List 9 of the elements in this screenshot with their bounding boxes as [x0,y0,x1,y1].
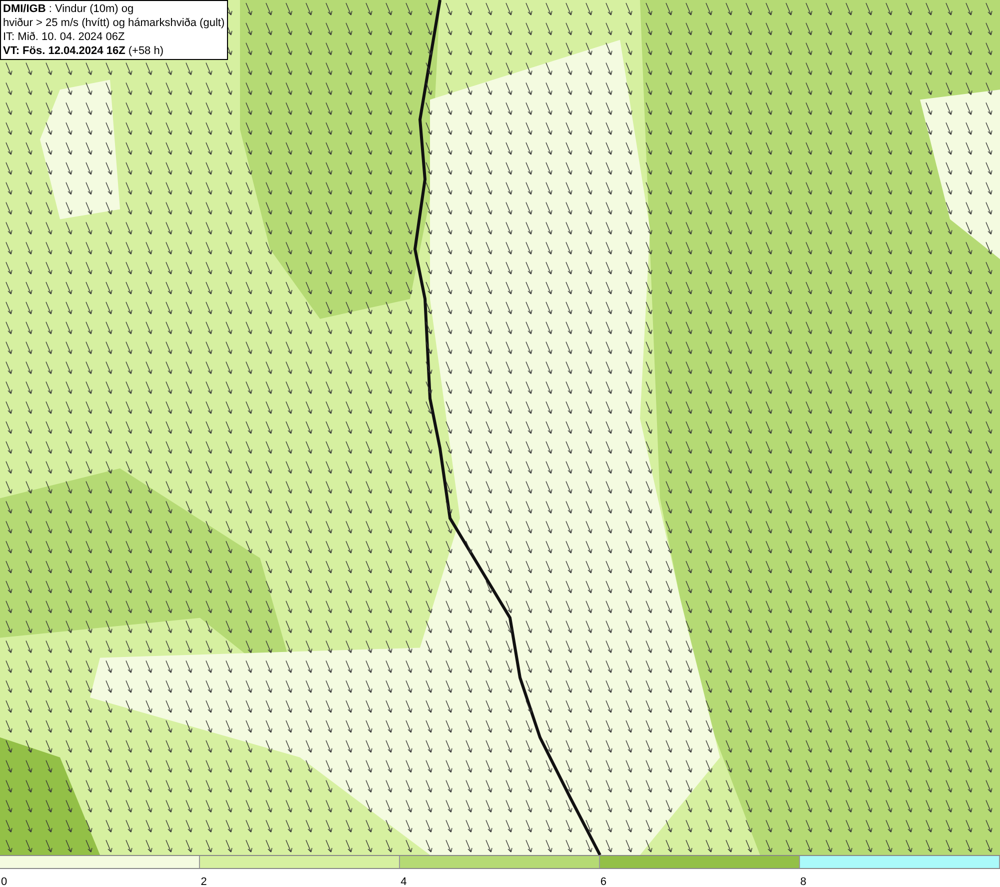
legend-tick-label: 4 [400,876,407,887]
info-text: DMI/IGB : Vindur (10m) og [3,2,135,16]
legend-tick-label: 6 [600,876,607,887]
legend-tick-label: 2 [200,876,207,887]
legend-tick-label: 8 [800,876,806,887]
legend-tick-label: 0 [1,876,8,887]
info-text: IT: Mið. 10. 04. 2024 06Z [3,30,126,44]
info-text: hviður > 25 m/s (hvítt) og hámarkshviða (gult) [3,16,225,30]
info-text: VT: Fös. 12.04.2024 16Z (+58 h) [3,44,165,58]
